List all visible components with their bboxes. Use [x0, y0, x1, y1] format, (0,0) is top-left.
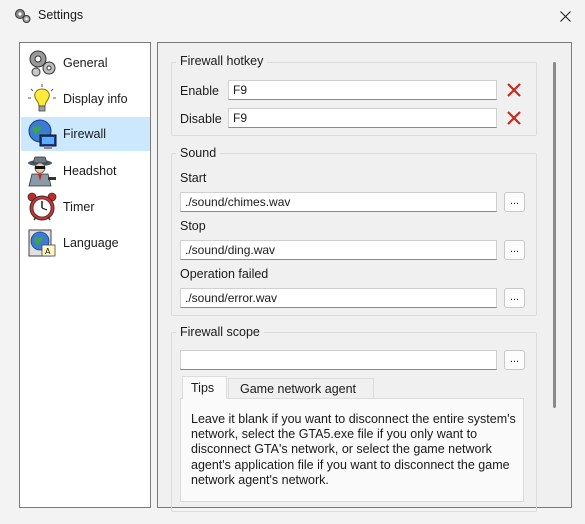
start-sound-field[interactable]: ./sound/chimes.wav [180, 192, 497, 212]
gears-icon [14, 7, 32, 25]
language-globe-icon: A [26, 227, 58, 259]
svg-text:A: A [45, 247, 51, 256]
gears-icon [26, 47, 58, 79]
sidebar-item-headshot[interactable]: Headshot [21, 154, 150, 188]
failed-sound-label: Operation failed [180, 267, 269, 281]
sidebar-item-label: Display info [63, 92, 128, 106]
enable-label: Enable [180, 84, 219, 98]
close-icon [560, 10, 571, 22]
stop-sound-field[interactable]: ./sound/ding.wav [180, 240, 497, 260]
title-bar: Settings [0, 0, 585, 32]
scope-group-title: Firewall scope [176, 325, 264, 339]
start-sound-browse-button[interactable]: ... [504, 192, 525, 212]
close-icon [507, 83, 521, 97]
window-title: Settings [38, 8, 84, 22]
sidebar-item-label: General [63, 56, 108, 70]
close-button[interactable] [546, 0, 585, 32]
tab-tips[interactable]: Tips [182, 376, 227, 399]
hotkey-group-title: Firewall hotkey [176, 54, 268, 68]
clear-disable-hotkey-button[interactable] [505, 109, 523, 127]
stop-sound-label: Stop [180, 219, 206, 233]
start-sound-label: Start [180, 171, 207, 185]
lightbulb-icon [26, 83, 58, 115]
failed-sound-field[interactable]: ./sound/error.wav [180, 288, 497, 308]
sidebar-item-display-info[interactable]: Display info [21, 82, 150, 116]
disable-hotkey-field[interactable]: F9 [228, 108, 497, 128]
sidebar: General Display info Firewall Headshot T… [19, 42, 151, 508]
close-icon [507, 111, 521, 125]
sidebar-item-label: Headshot [63, 164, 117, 178]
scope-browse-button[interactable]: ... [504, 350, 525, 370]
sidebar-item-timer[interactable]: Timer [21, 190, 150, 224]
clear-enable-hotkey-button[interactable] [505, 81, 523, 99]
vertical-scrollbar[interactable] [553, 62, 556, 408]
alarm-clock-icon [26, 191, 58, 223]
failed-sound-browse-button[interactable]: ... [504, 288, 525, 308]
firewall-scope-field[interactable] [180, 350, 497, 370]
spy-agent-icon [26, 155, 58, 187]
stop-sound-browse-button[interactable]: ... [504, 240, 525, 260]
sound-group-title: Sound [176, 146, 221, 160]
sidebar-item-label: Timer [63, 200, 95, 214]
sidebar-item-language[interactable]: A Language [21, 226, 150, 260]
sidebar-item-label: Language [63, 236, 119, 250]
sidebar-item-label: Firewall [63, 127, 107, 141]
enable-hotkey-field[interactable]: F9 [228, 80, 497, 100]
tip-text: Leave it blank if you want to disconnect… [191, 412, 516, 487]
disable-label: Disable [180, 112, 222, 126]
globe-computer-icon [26, 118, 58, 150]
sidebar-item-general[interactable]: General [21, 46, 150, 80]
sidebar-item-firewall[interactable]: Firewall [21, 117, 150, 151]
tab-game-network-agent[interactable]: Game network agent [228, 378, 374, 398]
